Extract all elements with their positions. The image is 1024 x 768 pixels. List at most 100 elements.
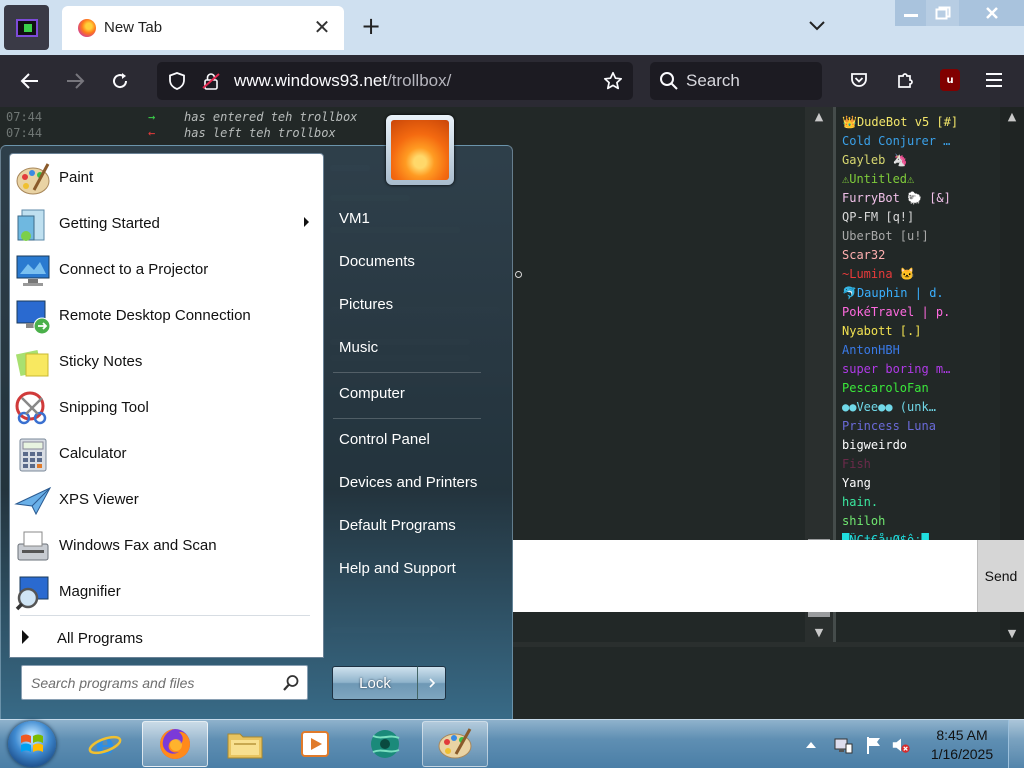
user-list-item[interactable]: super boring m…	[842, 362, 998, 376]
lock-button[interactable]: Lock	[332, 666, 418, 700]
start-item-label: Remote Desktop Connection	[59, 307, 251, 324]
volume-muted-icon[interactable]	[891, 735, 911, 755]
start-item-getting-started[interactable]: Getting Started	[10, 201, 323, 247]
start-right-help-support[interactable]: Help and Support	[333, 552, 503, 586]
start-right-control-panel[interactable]: Control Panel	[333, 423, 503, 457]
user-list-item[interactable]: Nyabott [.]	[842, 324, 998, 338]
user-list-item[interactable]: ⚠Untitled⚠	[842, 172, 998, 186]
taskbar-file-explorer[interactable]	[212, 721, 278, 767]
taskbar-internet-explorer[interactable]: e	[72, 721, 138, 767]
user-list-item[interactable]: FurryBot 🐑 [&]	[842, 191, 998, 205]
start-orb-button[interactable]	[8, 721, 56, 767]
user-list-item[interactable]: ~Lumina 🐱	[842, 267, 998, 281]
cursor-dot	[515, 271, 522, 278]
paint-icon	[438, 728, 472, 759]
start-item-snipping-tool[interactable]: Snipping Tool	[10, 385, 323, 431]
maximize-button[interactable]	[926, 0, 959, 26]
scroll-up-icon[interactable]: ▲	[811, 110, 827, 124]
user-list-item[interactable]: Yang	[842, 476, 998, 490]
show-hidden-icons-arrow[interactable]	[801, 735, 821, 755]
url-bar[interactable]: www.windows93.net/trollbox/	[157, 62, 633, 100]
ublock-origin-icon[interactable]: u	[937, 67, 963, 93]
user-list-item[interactable]: UberBot [u!]	[842, 229, 998, 243]
user-list-item[interactable]: Gayleb 🦄	[842, 153, 998, 167]
chat-input[interactable]	[513, 540, 977, 612]
taskbar-media-player[interactable]	[282, 721, 348, 767]
start-item-magnifier[interactable]: Magnifier	[10, 569, 323, 615]
start-right-documents[interactable]: Documents	[333, 245, 503, 279]
start-right-devices-printers[interactable]: Devices and Printers	[333, 466, 503, 500]
start-search-input[interactable]: Search programs and files	[21, 665, 308, 700]
start-item-paint[interactable]: Paint	[10, 155, 323, 201]
user-list-item[interactable]: Princess Luna	[842, 419, 998, 433]
sticky-notes-icon	[14, 344, 52, 382]
start-item-label: Magnifier	[59, 583, 121, 600]
start-item-remote-desktop[interactable]: Remote Desktop Connection	[10, 293, 323, 339]
start-right-music[interactable]: Music	[333, 331, 503, 365]
taskbar-firefox[interactable]	[142, 721, 208, 767]
taskbar-network-app[interactable]	[352, 721, 418, 767]
start-right-pictures[interactable]: Pictures	[333, 288, 503, 322]
scroll-down-icon[interactable]: ▼	[1004, 627, 1020, 640]
forward-arrow-icon[interactable]	[61, 67, 89, 95]
start-item-xps-viewer[interactable]: XPS Viewer	[10, 477, 323, 523]
user-list-item[interactable]: ●●Vee●● (unk…	[842, 400, 998, 414]
start-item-label: Calculator	[59, 445, 127, 462]
list-tabs-icon[interactable]	[806, 14, 828, 36]
send-button[interactable]: Send	[977, 540, 1024, 612]
user-list-item[interactable]: shiloh	[842, 514, 998, 528]
start-item-sticky-notes[interactable]: Sticky Notes	[10, 339, 323, 385]
start-right-vm1[interactable]: VM1	[333, 202, 503, 236]
taskbar-paint[interactable]	[422, 721, 488, 767]
shield-icon[interactable]	[167, 71, 187, 91]
firefox-icon	[78, 19, 96, 37]
bookmark-star-icon[interactable]	[603, 71, 623, 91]
url-text[interactable]: www.windows93.net/trollbox/	[234, 71, 451, 91]
extensions-puzzle-icon[interactable]	[892, 67, 918, 93]
getting-started-icon	[14, 206, 52, 244]
user-list-item[interactable]: PokéTravel | p.	[842, 305, 998, 319]
insecure-lock-icon[interactable]	[201, 71, 221, 91]
user-list-item[interactable]: PescaroloFan	[842, 381, 998, 395]
show-desktop-button[interactable]	[1008, 720, 1024, 768]
start-item-connect-to-projector[interactable]: Connect to a Projector	[10, 247, 323, 293]
search-bar[interactable]: Search	[650, 62, 822, 100]
minimize-button[interactable]	[895, 0, 926, 26]
tab-close-icon[interactable]: ✕	[310, 15, 334, 39]
media-player-icon	[301, 731, 329, 757]
start-right-computer[interactable]: Computer	[333, 377, 503, 411]
user-list-item[interactable]: 🐬Dauphin | d.	[842, 286, 998, 300]
expand-arrow-icon	[22, 630, 29, 644]
chat-line: 07:44 ← has left teh trollbox	[6, 126, 336, 140]
flag-icon[interactable]	[864, 735, 884, 755]
scroll-up-icon[interactable]: ▲	[1004, 110, 1020, 123]
trollbox-app-icon[interactable]	[4, 5, 49, 50]
user-list-item[interactable]: AntonHBH	[842, 343, 998, 357]
user-list-item[interactable]: hain.	[842, 495, 998, 509]
user-list-item[interactable]: QP-FM [q!]	[842, 210, 998, 224]
start-item-calculator[interactable]: Calculator	[10, 431, 323, 477]
all-programs-button[interactable]: All Programs	[10, 621, 323, 655]
start-right-default-programs[interactable]: Default Programs	[333, 509, 503, 543]
user-list-item[interactable]: 👑DudeBot v5 [#]	[842, 115, 998, 129]
action-center-icon[interactable]	[833, 735, 853, 755]
shutdown-options-arrow[interactable]	[417, 666, 446, 700]
user-avatar[interactable]	[386, 115, 454, 185]
all-programs-label: All Programs	[57, 630, 143, 647]
user-list-item[interactable]: Fish	[842, 457, 998, 471]
start-item-label: XPS Viewer	[59, 491, 139, 508]
reload-icon[interactable]	[106, 67, 134, 95]
user-list-item[interactable]: Scar32	[842, 248, 998, 262]
divider	[333, 418, 481, 419]
system-clock[interactable]: 8:45 AM 1/16/2025	[924, 726, 1000, 764]
user-list-item[interactable]: bigweirdo	[842, 438, 998, 452]
scroll-down-icon[interactable]: ▼	[811, 626, 827, 640]
back-arrow-icon[interactable]	[16, 67, 44, 95]
start-item-fax-and-scan[interactable]: Windows Fax and Scan	[10, 523, 323, 569]
hamburger-menu-icon[interactable]	[981, 67, 1007, 93]
tab-new-tab[interactable]: New Tab ✕	[62, 6, 344, 50]
new-tab-button[interactable]: +	[358, 12, 384, 40]
user-list-item[interactable]: Cold Conjurer …	[842, 134, 998, 148]
pocket-icon[interactable]	[846, 67, 872, 93]
close-window-button[interactable]	[959, 0, 1024, 26]
